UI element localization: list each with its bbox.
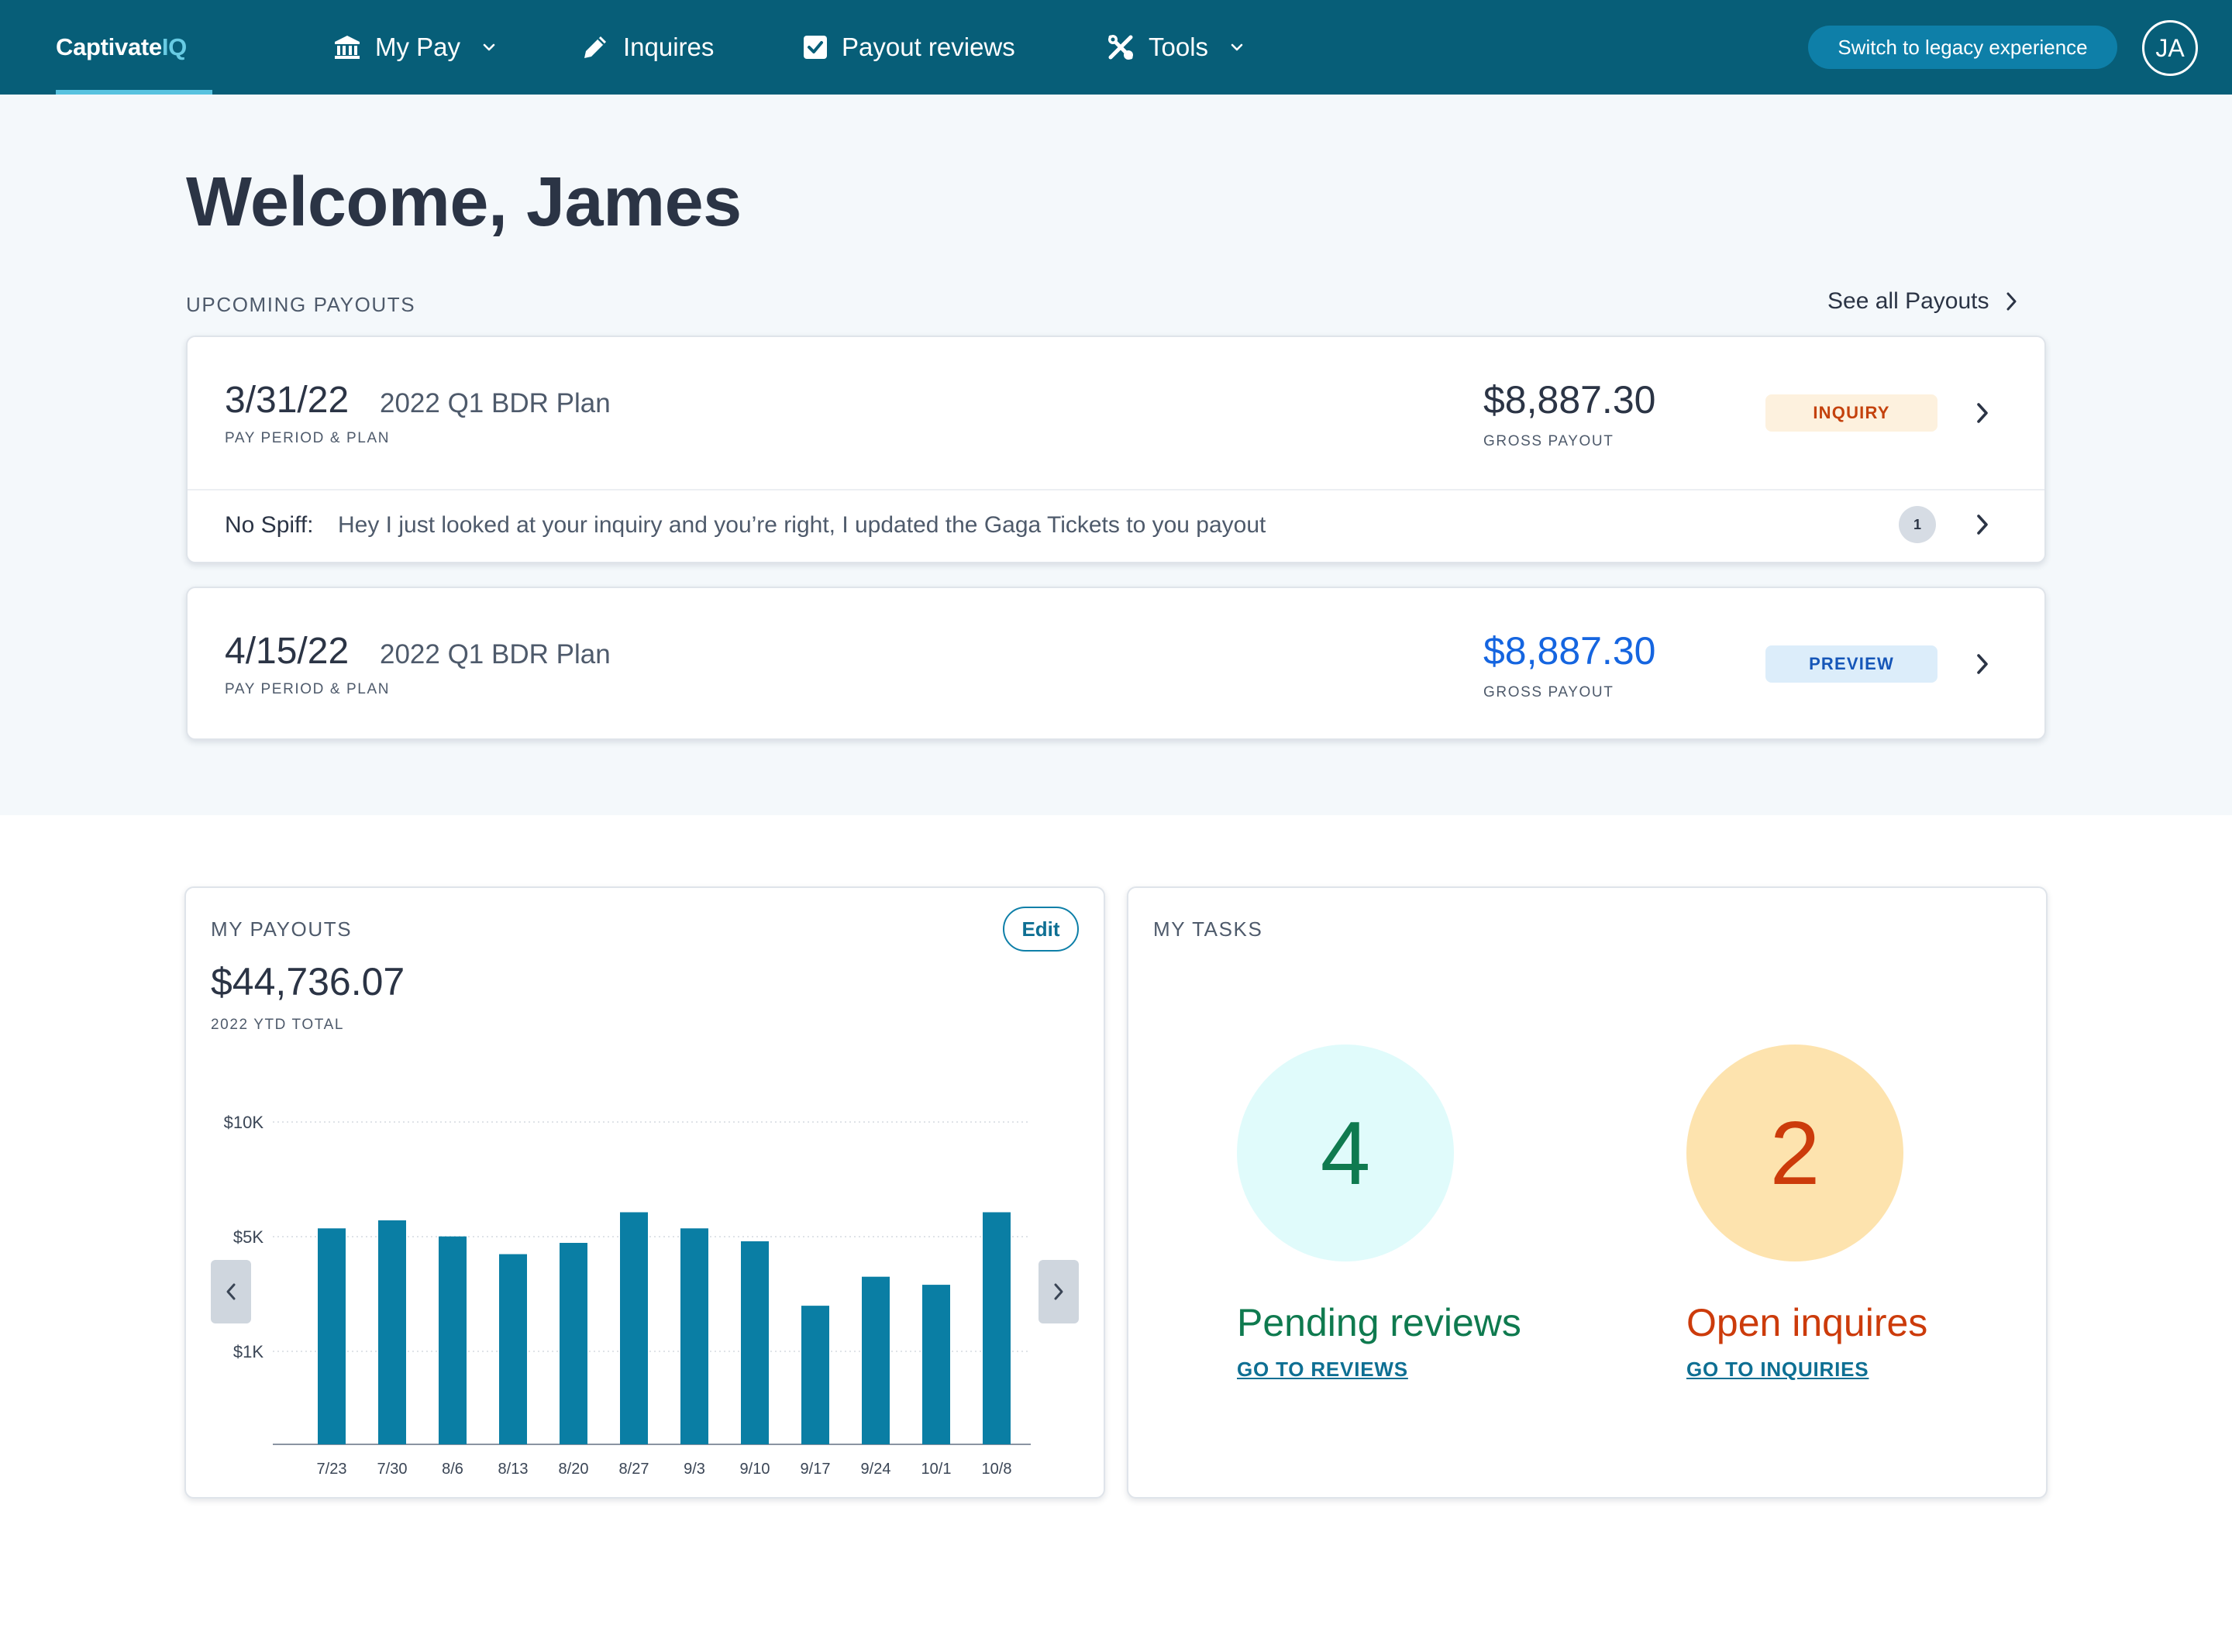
status-badge: INQUIRY (1765, 394, 1938, 432)
logo-accent-text: IQ (162, 33, 187, 61)
pay-period-label: PAY PERIOD & PLAN (225, 430, 390, 447)
x-tick-label: 7/23 (317, 1461, 347, 1478)
chevron-right-icon (2006, 291, 2018, 311)
chart-bar[interactable] (499, 1254, 527, 1444)
x-tick-label: 8/13 (498, 1461, 529, 1478)
payout-card: 3/31/22 2022 Q1 BDR Plan PAY PERIOD & PL… (186, 336, 2046, 563)
status-badge: PREVIEW (1765, 645, 1938, 683)
payouts-bar-chart: $10K $5K $1K 7/23 7/30 8/6 8/13 8/20 8/27 9/3 9/10… (186, 888, 1107, 1500)
my-tasks-card: MY TASKS 4 Pending reviews GO TO REVIEWS… (1127, 886, 2048, 1499)
chart-bar[interactable] (922, 1285, 950, 1444)
go-to-reviews-link[interactable]: GO TO REVIEWS (1237, 1358, 1408, 1382)
pay-date: 4/15/22 (225, 630, 349, 673)
nav-inquires-label: Inquires (623, 33, 714, 62)
nav-payout-reviews-label: Payout reviews (842, 33, 1015, 62)
nav-tools-label: Tools (1149, 33, 1208, 62)
chart-bar[interactable] (378, 1220, 406, 1444)
gross-payout-amount: $8,887.30 (1483, 377, 1655, 422)
pay-period-label: PAY PERIOD & PLAN (225, 681, 390, 698)
payout-card: 4/15/22 2022 Q1 BDR Plan PAY PERIOD & PL… (186, 587, 2046, 740)
x-tick-label: 10/1 (921, 1461, 952, 1478)
x-tick-label: 8/6 (442, 1461, 463, 1478)
chevron-right-icon[interactable] (1975, 652, 1990, 676)
chevron-down-icon (1230, 43, 1244, 52)
x-tick-label: 9/10 (740, 1461, 770, 1478)
pay-date: 3/31/22 (225, 379, 349, 422)
page-title: Welcome, James (186, 163, 742, 243)
x-tick-label: 9/3 (684, 1461, 705, 1478)
pending-reviews-count: 4 (1237, 1045, 1454, 1261)
chart-bar[interactable] (439, 1237, 467, 1444)
user-avatar[interactable]: JA (2142, 20, 2198, 76)
chart-bar[interactable] (680, 1228, 708, 1444)
chart-bar[interactable] (620, 1212, 648, 1444)
upcoming-payouts-label: UPCOMING PAYOUTS (186, 293, 415, 317)
chart-bar[interactable] (801, 1306, 829, 1444)
switch-legacy-button[interactable]: Switch to legacy experience (1808, 26, 2117, 69)
captivateiq-logo[interactable]: CaptivateIQ (56, 0, 187, 95)
nav-payout-reviews[interactable]: Payout reviews (803, 0, 1015, 95)
open-inquires-title: Open inquires (1686, 1300, 1927, 1345)
see-all-payouts-label: See all Payouts (1827, 288, 1989, 315)
y-tick-label: $10K (224, 1113, 264, 1132)
y-tick-label: $5K (233, 1227, 264, 1247)
chart-prev-button[interactable] (211, 1260, 251, 1323)
gross-payout-label: GROSS PAYOUT (1483, 684, 1614, 701)
see-all-payouts-link[interactable]: See all Payouts (1827, 288, 2018, 315)
x-tick-label: 8/20 (559, 1461, 589, 1478)
gross-payout-amount: $8,887.30 (1483, 628, 1655, 673)
chart-bar[interactable] (862, 1277, 890, 1444)
nav-my-pay-label: My Pay (375, 33, 460, 62)
gross-payout-label: GROSS PAYOUT (1483, 433, 1614, 450)
chevron-right-icon (1052, 1282, 1065, 1302)
x-tick-label: 10/8 (982, 1461, 1012, 1478)
tools-icon (1107, 33, 1135, 61)
message-text: Hey I just looked at your inquiry and yo… (338, 512, 1266, 539)
x-tick-label: 9/24 (861, 1461, 891, 1478)
my-tasks-title: MY TASKS (1153, 917, 1262, 941)
y-tick-label: $1K (233, 1342, 264, 1361)
top-nav: CaptivateIQ My Pay Inquires Payout revie… (0, 0, 2232, 95)
x-tick-label: 9/17 (801, 1461, 831, 1478)
x-tick-label: 8/27 (619, 1461, 649, 1478)
plan-name: 2022 Q1 BDR Plan (380, 388, 611, 419)
message-label: No Spiff: (225, 512, 314, 539)
chevron-down-icon (482, 43, 496, 52)
pencil-icon (581, 33, 609, 61)
chart-bar[interactable] (983, 1212, 1011, 1444)
checkbox-icon (803, 35, 828, 60)
plan-name: 2022 Q1 BDR Plan (380, 639, 611, 670)
chart-bar[interactable] (318, 1228, 346, 1444)
divider (188, 489, 2044, 490)
nav-inquires[interactable]: Inquires (581, 0, 714, 95)
chevron-left-icon (225, 1282, 237, 1302)
nav-tools[interactable]: Tools (1107, 0, 1244, 95)
bank-icon (333, 34, 361, 60)
chart-bar[interactable] (741, 1241, 769, 1444)
chevron-right-icon[interactable] (1975, 512, 1990, 537)
open-inquires-count: 2 (1686, 1045, 1903, 1261)
chevron-right-icon[interactable] (1975, 401, 1990, 425)
nav-my-pay[interactable]: My Pay (333, 0, 496, 95)
chart-next-button[interactable] (1038, 1260, 1079, 1323)
pending-reviews-title: Pending reviews (1237, 1300, 1521, 1345)
chart-bar[interactable] (560, 1243, 587, 1444)
my-payouts-card: MY PAYOUTS Edit $44,736.07 2022 YTD TOTA… (184, 886, 1105, 1499)
message-count-badge: 1 (1899, 506, 1936, 543)
logo-text: Captivate (56, 33, 162, 61)
go-to-inquiries-link[interactable]: GO TO INQUIRIES (1686, 1358, 1869, 1382)
x-tick-label: 7/30 (377, 1461, 408, 1478)
